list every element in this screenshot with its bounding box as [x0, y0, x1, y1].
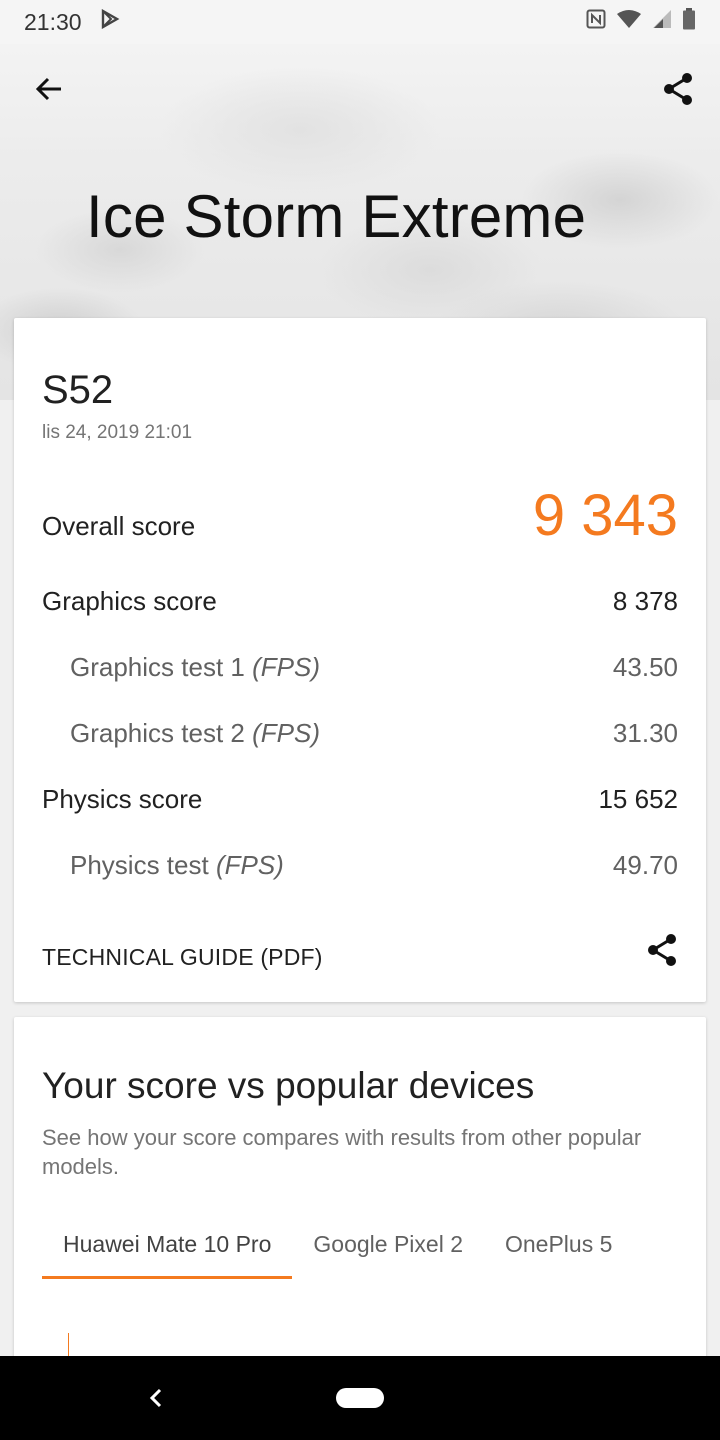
technical-guide-link[interactable]: TECHNICAL GUIDE (PDF) — [42, 944, 323, 971]
overall-score-value: 9 343 — [532, 483, 678, 548]
physics-score-value: 15 652 — [598, 784, 678, 814]
tab-google-pixel-2[interactable]: Google Pixel 2 — [292, 1223, 484, 1279]
result-card: S52 lis 24, 2019 21:01 Overall score 9 3… — [14, 318, 706, 1002]
graphics-test-1-value: 43.50 — [612, 652, 678, 682]
graphics-test-2-unit: (FPS) — [252, 718, 320, 748]
graphics-test-1-label: Graphics test 1 (FPS) — [70, 652, 320, 682]
back-arrow-icon — [34, 74, 64, 109]
status-time: 21:30 — [24, 8, 82, 35]
tab-huawei-mate-10-pro[interactable]: Huawei Mate 10 Pro — [42, 1223, 293, 1279]
share-icon — [662, 72, 694, 111]
play-store-icon — [100, 8, 120, 35]
nfc-icon — [586, 9, 606, 35]
graphics-test-2-label: Graphics test 2 (FPS) — [70, 718, 320, 748]
physics-test-row: Physics test (FPS) 49.70 — [42, 850, 678, 881]
overall-score-label: Overall score — [42, 511, 196, 541]
nav-home-pill[interactable] — [336, 1388, 384, 1408]
comparison-description: See how your score compares with results… — [42, 1125, 642, 1179]
comparison-card: Your score vs popular devices See how yo… — [14, 1017, 706, 1377]
device-tabs: Huawei Mate 10 Pro Google Pixel 2 OnePlu… — [42, 1223, 633, 1279]
share-button[interactable] — [654, 67, 702, 115]
navigation-bar — [0, 1356, 720, 1440]
physics-score-row: Physics score 15 652 — [42, 784, 678, 815]
physics-score-label: Physics score — [42, 784, 203, 814]
signal-icon — [652, 9, 672, 35]
graphics-test-2-value: 31.30 — [612, 718, 678, 748]
physics-test-value: 49.70 — [612, 850, 678, 880]
graphics-test-1-unit: (FPS) — [252, 652, 320, 682]
graphics-score-row: Graphics score 8 378 — [42, 586, 678, 617]
nav-back-button[interactable] — [140, 1382, 172, 1414]
physics-test-label: Physics test (FPS) — [70, 850, 284, 880]
overall-score-row: Overall score 9 343 — [42, 482, 678, 549]
graphics-test-2-row: Graphics test 2 (FPS) 31.30 — [42, 718, 678, 749]
nav-back-icon — [149, 1388, 162, 1408]
tab-oneplus-5[interactable]: OnePlus 5 — [484, 1223, 633, 1279]
graphics-score-value: 8 378 — [612, 586, 678, 616]
device-name: S52 — [42, 368, 114, 412]
status-bar: 21:30 — [0, 0, 720, 44]
graphics-score-label: Graphics score — [42, 586, 217, 616]
share-icon — [646, 934, 678, 972]
back-button[interactable] — [25, 67, 73, 115]
result-date: lis 24, 2019 21:01 — [42, 422, 193, 443]
comparison-title: Your score vs popular devices — [42, 1065, 535, 1106]
wifi-icon — [616, 9, 642, 35]
page-title: Ice Storm Extreme — [86, 183, 587, 250]
physics-test-unit: (FPS) — [215, 850, 284, 880]
battery-icon — [682, 8, 696, 36]
graphics-test-1-row: Graphics test 1 (FPS) 43.50 — [42, 652, 678, 683]
technical-guide-share-button[interactable] — [646, 932, 678, 973]
